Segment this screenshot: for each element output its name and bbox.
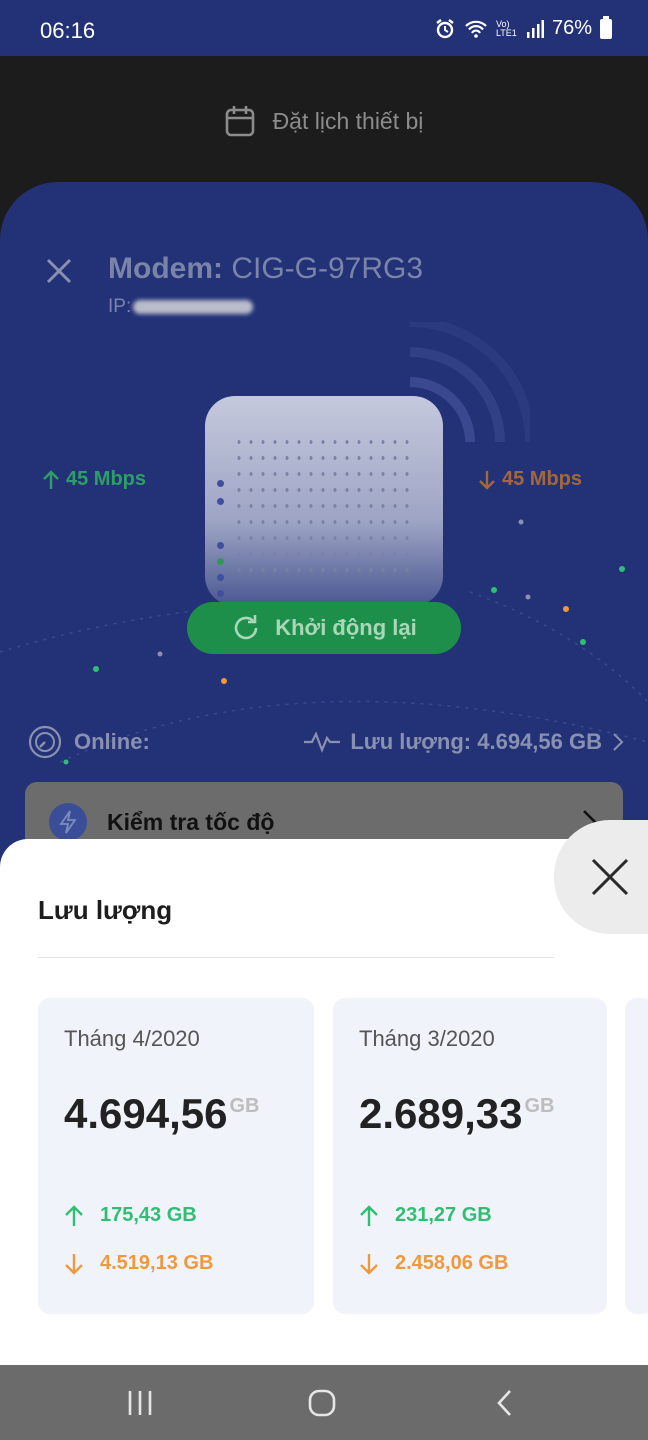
status-bar: 06:16 Vo) LTE1 76% <box>0 0 648 56</box>
status-row: Online: Lưu lượng: 4.694,56 GB <box>28 722 624 762</box>
traffic-label: Lưu lượng: 4.694,56 GB <box>350 729 602 754</box>
traffic-card[interactable]: Tháng 3/2020 2.689,33 GB 231,27 GB 2.458,… <box>333 998 607 1314</box>
card-download: 4.519,13 GB <box>64 1252 213 1275</box>
arrow-down-icon <box>360 1253 378 1275</box>
modem-name: CIG-G-97RG3 <box>231 252 424 285</box>
modem-panel: Modem: CIG-G-97RG3 IP: 45 Mbps 45 Mbps K… <box>0 182 648 902</box>
modem-title-prefix: Modem: <box>108 252 223 285</box>
card-download: 2.458,06 GB <box>359 1252 508 1275</box>
arrow-down-icon <box>65 1253 83 1275</box>
traffic-card[interactable]: Tháng 4/2020 4.694,56 GB 175,43 GB 4.519,… <box>38 998 314 1314</box>
card-total-unit: GB <box>524 1095 555 1117</box>
home-icon <box>308 1389 336 1417</box>
online-label: Online: <box>74 729 150 754</box>
upload-rate: 45 Mbps <box>42 468 146 491</box>
back-button[interactable] <box>484 1385 524 1421</box>
card-total: 2.689,33 GB <box>359 1090 555 1138</box>
calendar-icon <box>225 106 254 137</box>
alarm-icon <box>436 18 454 38</box>
chevron-right-icon <box>613 733 624 751</box>
speedometer-icon <box>28 725 62 759</box>
restart-button[interactable]: Khởi động lại <box>187 602 461 654</box>
traffic-bottom-sheet: Lưu lượng Tháng 4/2020 4.694,56 GB 175,43… <box>0 839 648 1365</box>
traffic-summary[interactable]: Lưu lượng: 4.694,56 GB <box>304 729 624 755</box>
signal-icon <box>526 19 544 38</box>
recent-apps-button[interactable] <box>120 1385 160 1421</box>
card-total: 4.694,56 GB <box>64 1090 260 1138</box>
card-download-value: 4.519,13 GB <box>100 1252 214 1274</box>
home-button[interactable] <box>302 1385 342 1421</box>
traffic-card-next[interactable] <box>625 998 648 1314</box>
arrow-up-icon <box>43 469 59 489</box>
battery-icon <box>600 15 612 39</box>
sheet-title: Lưu lượng <box>38 895 173 925</box>
card-upload-value: 175,43 GB <box>100 1204 197 1226</box>
modem-ip: IP: <box>108 296 254 318</box>
lightning-icon <box>49 803 87 841</box>
card-download-value: 2.458,06 GB <box>395 1252 509 1274</box>
ip-label: IP: <box>108 296 132 317</box>
system-navigation-bar <box>0 1365 648 1440</box>
divider <box>38 957 554 958</box>
card-total-value: 4.694,56 <box>64 1090 228 1137</box>
schedule-device-button[interactable]: Đặt lịch thiết bị <box>0 56 648 186</box>
recent-apps-icon <box>128 1391 152 1415</box>
schedule-label: Đặt lịch thiết bị <box>272 107 424 134</box>
lte-icon: Vo) LTE1 <box>495 18 517 38</box>
back-icon <box>497 1390 511 1416</box>
card-upload: 231,27 GB <box>359 1204 492 1227</box>
card-total-value: 2.689,33 <box>359 1090 523 1137</box>
card-upload-value: 231,27 GB <box>395 1204 492 1226</box>
status-time: 06:16 <box>40 18 96 43</box>
online-status: Online: <box>28 725 150 759</box>
card-month: Tháng 3/2020 <box>359 1026 495 1051</box>
modem-device-image <box>205 396 443 606</box>
upload-rate-value: 45 Mbps <box>66 468 147 490</box>
download-rate: 45 Mbps <box>478 468 582 491</box>
card-total-unit: GB <box>229 1095 260 1117</box>
close-icon[interactable] <box>44 256 74 286</box>
status-icons: Vo) LTE1 76% <box>434 15 612 40</box>
battery-percent: 76% <box>551 17 592 39</box>
arrow-up-icon <box>360 1204 378 1226</box>
arrow-up-icon <box>65 1204 83 1226</box>
speed-test-label: Kiểm tra tốc độ <box>107 808 275 835</box>
arrow-down-icon <box>479 470 495 490</box>
ip-redacted <box>133 299 254 314</box>
card-month: Tháng 4/2020 <box>64 1026 200 1051</box>
restart-label: Khởi động lại <box>275 615 417 640</box>
wifi-icon <box>465 20 487 38</box>
card-upload: 175,43 GB <box>64 1204 197 1227</box>
refresh-icon <box>234 615 258 640</box>
download-rate-value: 45 Mbps <box>502 468 583 490</box>
modem-title: Modem: CIG-G-97RG3 <box>108 252 423 286</box>
activity-icon <box>304 731 341 753</box>
close-icon <box>591 858 629 896</box>
